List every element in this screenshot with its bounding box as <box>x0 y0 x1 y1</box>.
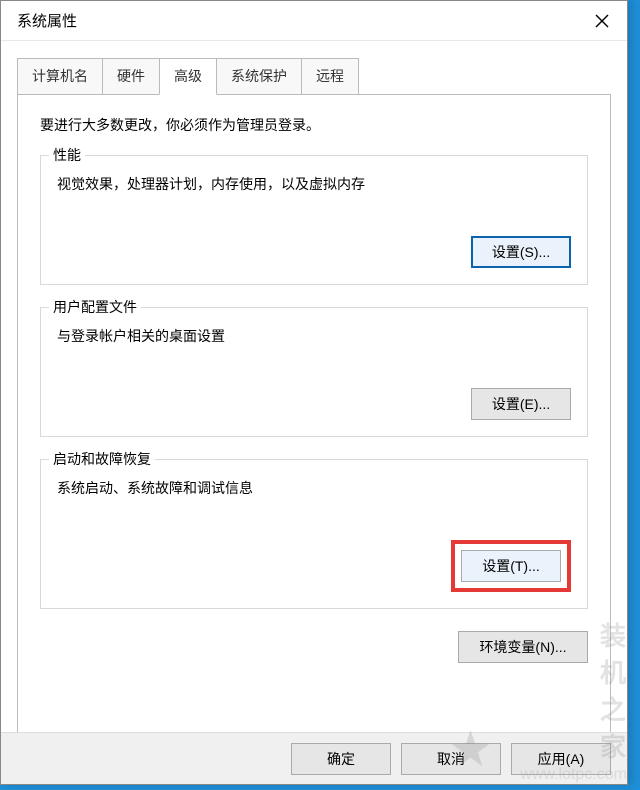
tabs-area: 计算机名 硬件 高级 系统保护 远程 要进行大多数更改，你必须作为管理员登录。 … <box>1 41 627 734</box>
system-properties-dialog: 系统属性 计算机名 硬件 高级 系统保护 远程 要进行大多数更改，你必须作为管理… <box>0 0 628 785</box>
tab-hardware[interactable]: 硬件 <box>102 58 160 95</box>
group-startup-recovery: 启动和故障恢复 系统启动、系统故障和调试信息 设置(T)... <box>40 459 588 609</box>
group-title-user-profiles: 用户配置文件 <box>49 297 141 317</box>
group-user-profiles: 用户配置文件 与登录帐户相关的桌面设置 设置(E)... <box>40 307 588 437</box>
group-desc-startup-recovery: 系统启动、系统故障和调试信息 <box>57 478 571 498</box>
environment-variables-button[interactable]: 环境变量(N)... <box>458 631 588 663</box>
tab-strip: 计算机名 硬件 高级 系统保护 远程 <box>17 58 611 95</box>
tab-remote[interactable]: 远程 <box>301 58 359 95</box>
group-title-performance: 性能 <box>49 145 85 165</box>
admin-note: 要进行大多数更改，你必须作为管理员登录。 <box>40 115 588 135</box>
highlight-box: 设置(T)... <box>451 540 571 592</box>
close-icon <box>595 14 609 28</box>
tab-advanced[interactable]: 高级 <box>159 58 217 95</box>
close-button[interactable] <box>577 2 627 40</box>
tab-computer-name[interactable]: 计算机名 <box>17 58 103 95</box>
apply-button[interactable]: 应用(A) <box>511 743 611 775</box>
cancel-button[interactable]: 取消 <box>401 743 501 775</box>
window-title: 系统属性 <box>17 10 77 31</box>
user-profiles-settings-button[interactable]: 设置(E)... <box>471 388 571 420</box>
group-performance: 性能 视觉效果，处理器计划，内存使用，以及虚拟内存 设置(S)... <box>40 155 588 285</box>
tab-system-protection[interactable]: 系统保护 <box>216 58 302 95</box>
group-desc-user-profiles: 与登录帐户相关的桌面设置 <box>57 326 571 346</box>
tab-content-advanced: 要进行大多数更改，你必须作为管理员登录。 性能 视觉效果，处理器计划，内存使用，… <box>17 94 611 734</box>
titlebar: 系统属性 <box>1 1 627 41</box>
dialog-button-bar: 确定 取消 应用(A) <box>1 732 627 784</box>
ok-button[interactable]: 确定 <box>291 743 391 775</box>
group-title-startup-recovery: 启动和故障恢复 <box>49 449 155 469</box>
group-desc-performance: 视觉效果，处理器计划，内存使用，以及虚拟内存 <box>57 174 571 194</box>
startup-recovery-settings-button[interactable]: 设置(T)... <box>461 550 561 582</box>
performance-settings-button[interactable]: 设置(S)... <box>471 236 571 268</box>
